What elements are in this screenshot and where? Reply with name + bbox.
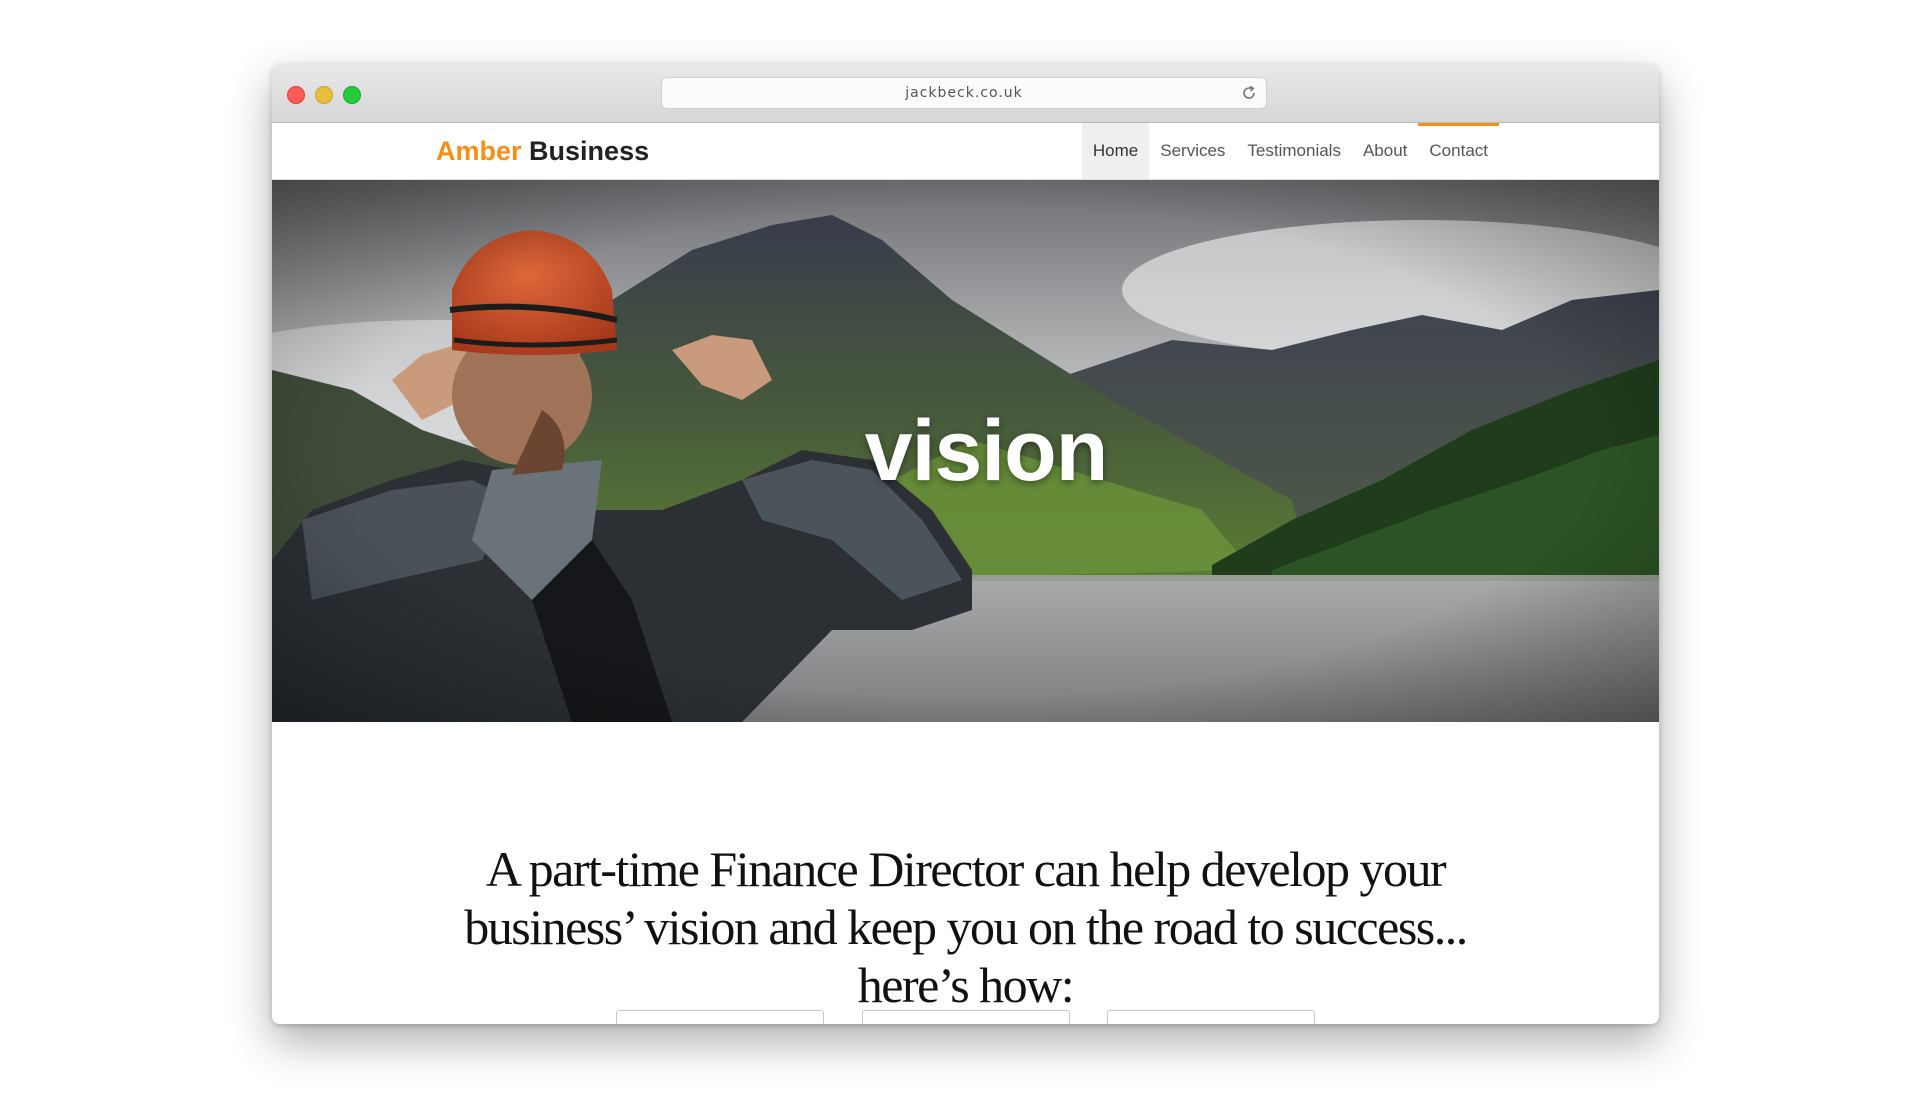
headline-line: business’ vision and keep you on the roa… <box>464 899 1468 955</box>
logo-word-business: Business <box>529 136 650 166</box>
service-card[interactable] <box>616 1010 824 1024</box>
reload-icon[interactable] <box>1240 84 1258 102</box>
hero-banner: vision <box>272 180 1659 722</box>
address-url: jackbeck.co.uk <box>905 85 1023 101</box>
zoom-window-button[interactable] <box>343 86 361 104</box>
service-card[interactable] <box>1107 1010 1315 1024</box>
site-header: Amber Business Home Services Testimonial… <box>272 123 1659 180</box>
intro-headline: A part-time Finance Director can help de… <box>392 840 1539 1014</box>
nav-services[interactable]: Services <box>1149 123 1236 179</box>
main-content: A part-time Finance Director can help de… <box>272 722 1659 1024</box>
site-logo[interactable]: Amber Business <box>436 136 649 167</box>
minimize-window-button[interactable] <box>315 86 333 104</box>
nav-testimonials[interactable]: Testimonials <box>1236 123 1352 179</box>
headline-line: here’s how: <box>857 957 1075 1013</box>
nav-about[interactable]: About <box>1352 123 1418 179</box>
service-card[interactable] <box>862 1010 1070 1024</box>
logo-word-amber: Amber <box>436 136 522 166</box>
hero-heading: vision <box>864 403 1109 499</box>
nav-contact[interactable]: Contact <box>1418 123 1499 179</box>
nav-home[interactable]: Home <box>1081 123 1150 179</box>
address-bar[interactable]: jackbeck.co.uk <box>662 78 1266 108</box>
headline-line: A part-time Finance Director can help de… <box>485 841 1447 897</box>
main-navigation: Home Services Testimonials About Contact <box>1081 123 1499 179</box>
browser-titlebar: jackbeck.co.uk <box>272 64 1659 123</box>
close-window-button[interactable] <box>287 86 305 104</box>
page-background: jackbeck.co.uk Amber Business Home Servi… <box>0 0 1919 1120</box>
browser-window: jackbeck.co.uk Amber Business Home Servi… <box>272 64 1659 1024</box>
